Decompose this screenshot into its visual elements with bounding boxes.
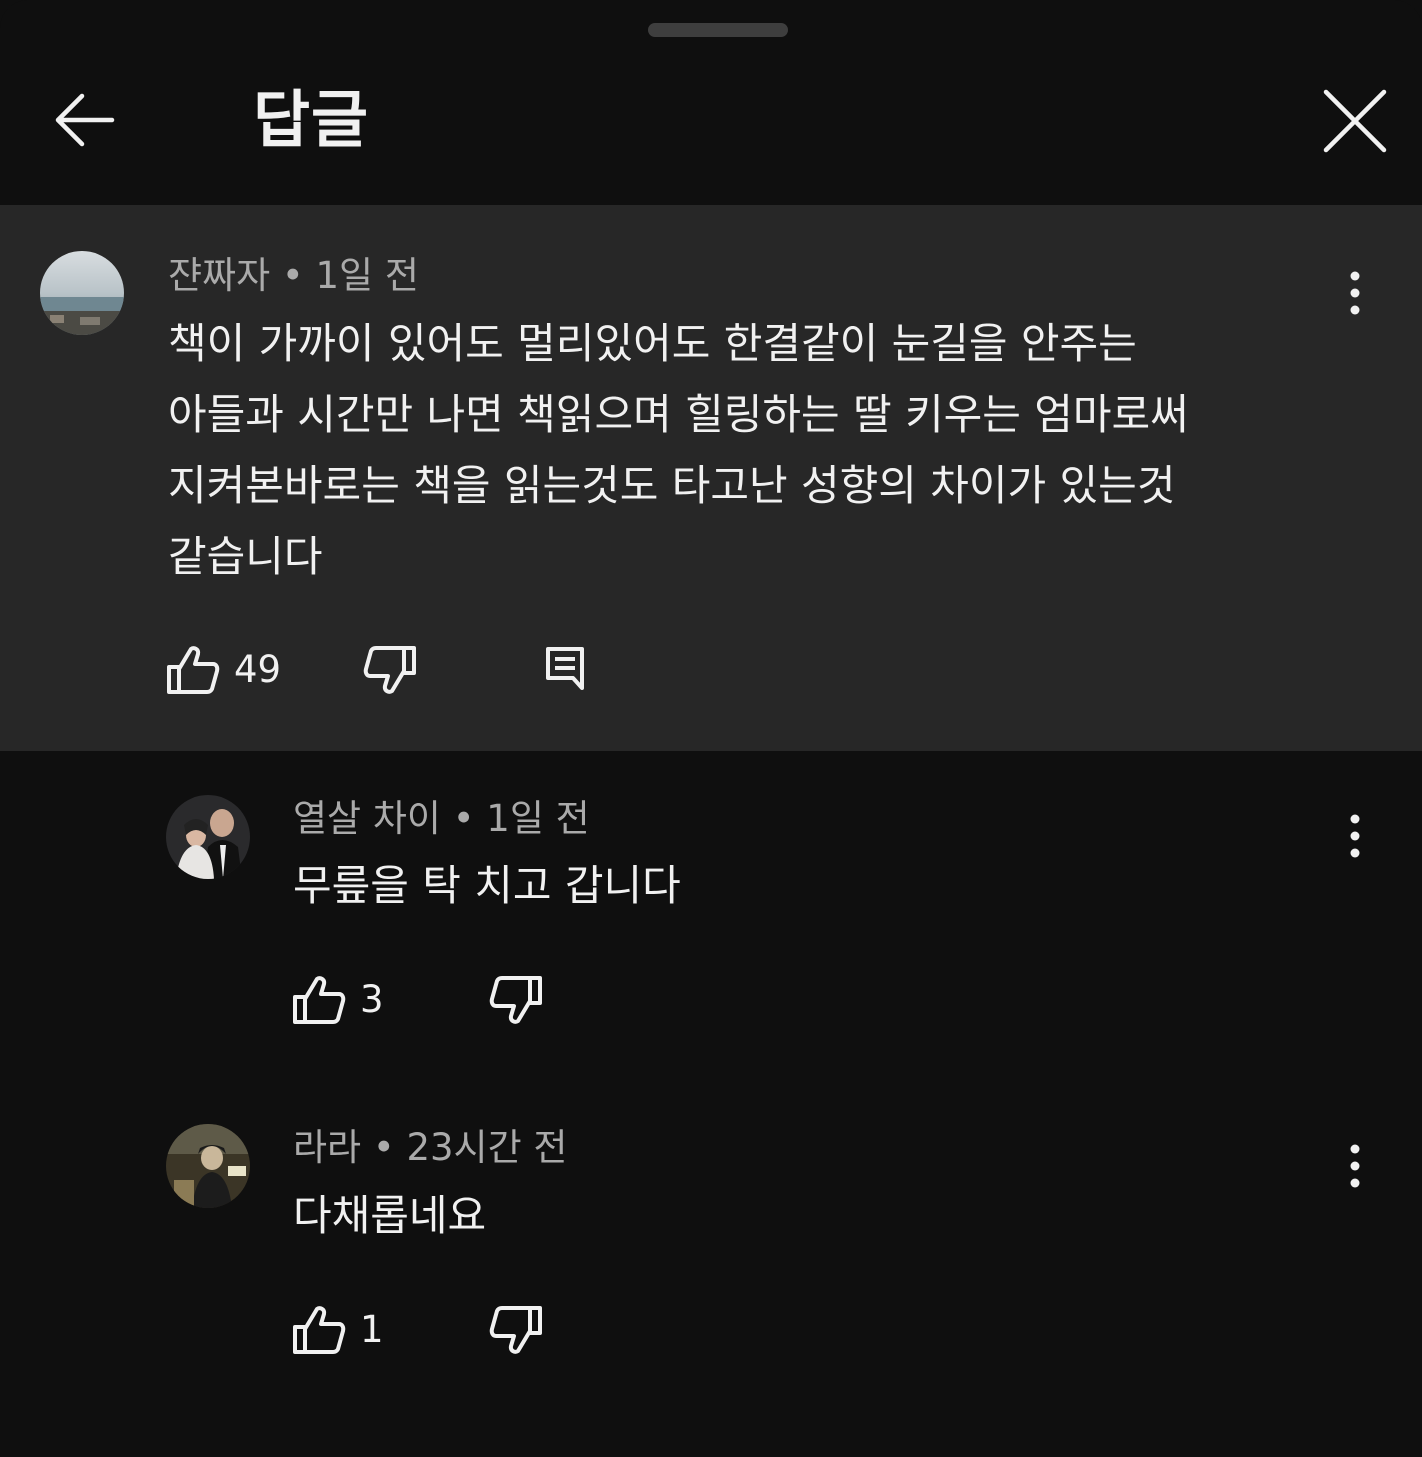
comment-text-line: 아들과 시간만 나면 책읽으며 힐링하는 딸 키우는 엄마로써 [168, 390, 1189, 439]
back-arrow-icon [55, 93, 115, 147]
like-button[interactable]: 1 [292, 1305, 384, 1355]
comment-text: 다채롭네요 [293, 1191, 487, 1240]
thumb-down-icon [489, 1306, 542, 1354]
like-button[interactable]: 49 [166, 645, 281, 695]
thumb-up-icon [293, 976, 346, 1024]
more-vert-icon [1350, 814, 1360, 858]
comment-time: 23시간 전 [406, 1126, 568, 1169]
thumb-up-icon [167, 646, 220, 694]
replies-sheet: 답글 쟌짜자 • 1일 전 책이 가까이 있어도 멀리있어도 한결같이 눈길을 … [0, 0, 1422, 1457]
comment-text-line: 지켜본바로는 책을 읽는것도 타고난 성향의 차이가 있는것 [168, 461, 1176, 510]
avatar-image [166, 795, 250, 879]
reply-button[interactable] [545, 646, 585, 690]
meta-separator: • [281, 254, 304, 297]
comment-text-line: 책이 가까이 있어도 멀리있어도 한결같이 눈길을 안주는 [168, 319, 1137, 368]
more-vert-icon [1350, 271, 1360, 315]
comment-author[interactable]: 열살 차이 [293, 797, 441, 840]
comment-meta: 라라 • 23시간 전 [293, 1125, 567, 1171]
thumb-down-icon [489, 976, 542, 1024]
meta-separator: • [452, 797, 475, 840]
like-count: 3 [360, 978, 384, 1021]
meta-separator: • [372, 1126, 395, 1169]
like-count: 49 [234, 648, 282, 691]
reply-icon [546, 647, 584, 690]
thumb-down-icon [363, 646, 416, 694]
avatar[interactable] [166, 1124, 250, 1208]
avatar-image [166, 1124, 250, 1208]
comment-author[interactable]: 라라 [293, 1126, 361, 1169]
comment-meta: 쟌짜자 • 1일 전 [168, 253, 419, 299]
avatar[interactable] [166, 795, 250, 879]
more-options-button[interactable] [1335, 1136, 1375, 1196]
comment-text-line: 같습니다 [168, 532, 323, 581]
dislike-button[interactable] [489, 1305, 543, 1355]
dislike-button[interactable] [363, 645, 417, 695]
drag-handle[interactable] [648, 23, 788, 37]
back-button[interactable] [48, 84, 120, 156]
more-options-button[interactable] [1335, 806, 1375, 866]
thumb-up-icon [293, 1306, 346, 1354]
avatar[interactable] [40, 251, 124, 335]
comment-author[interactable]: 쟌짜자 [168, 254, 270, 297]
more-options-button[interactable] [1335, 263, 1375, 323]
comment-time: 1일 전 [315, 254, 419, 297]
close-icon [1323, 89, 1387, 153]
like-count: 1 [360, 1308, 384, 1351]
more-vert-icon [1350, 1144, 1360, 1188]
comment-text: 무릎을 탁 치고 갑니다 [293, 861, 681, 910]
like-button[interactable]: 3 [292, 975, 384, 1025]
dislike-button[interactable] [489, 975, 543, 1025]
close-button[interactable] [1318, 84, 1392, 158]
parent-comment: 쟌짜자 • 1일 전 책이 가까이 있어도 멀리있어도 한결같이 눈길을 안주는… [0, 205, 1422, 751]
page-title: 답글 [253, 83, 370, 156]
comment-meta: 열살 차이 • 1일 전 [293, 796, 590, 842]
comment-time: 1일 전 [486, 797, 590, 840]
comment-text: 책이 가까이 있어도 멀리있어도 한결같이 눈길을 안주는 아들과 시간만 나면… [168, 308, 1318, 592]
avatar-image [40, 251, 124, 335]
